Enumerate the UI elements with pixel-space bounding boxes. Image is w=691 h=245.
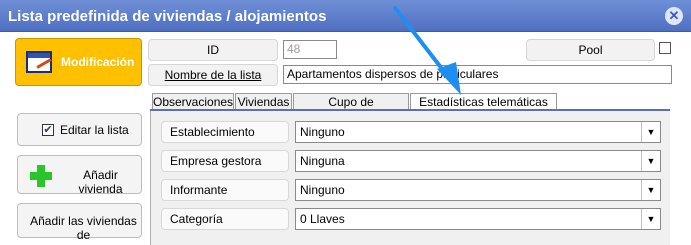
annotation-arrow-icon: [393, 6, 461, 95]
